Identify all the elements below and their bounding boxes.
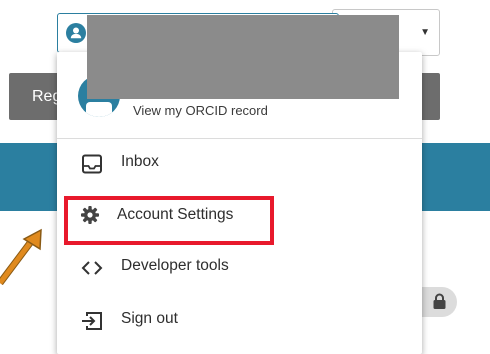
menu-item-label: Developer tools (121, 257, 229, 274)
user-avatar-icon (66, 23, 86, 43)
menu-item-inbox[interactable]: Inbox (57, 139, 422, 189)
inbox-icon (81, 153, 103, 175)
redacted-user-name (87, 15, 399, 99)
view-record-link[interactable]: View my ORCID record (133, 103, 268, 118)
highlight-box (64, 196, 274, 245)
chevron-down-icon: ▼ (420, 27, 430, 38)
lock-icon (433, 293, 446, 309)
sign-out-icon (81, 310, 103, 332)
menu-item-sign-out[interactable]: Sign out (57, 296, 422, 346)
pointer-arrow-icon (0, 225, 48, 286)
menu-item-label: Sign out (121, 310, 178, 327)
code-brackets-icon (81, 257, 103, 279)
menu-item-label: Inbox (121, 153, 159, 170)
menu-item-developer-tools[interactable]: Developer tools (57, 243, 422, 293)
